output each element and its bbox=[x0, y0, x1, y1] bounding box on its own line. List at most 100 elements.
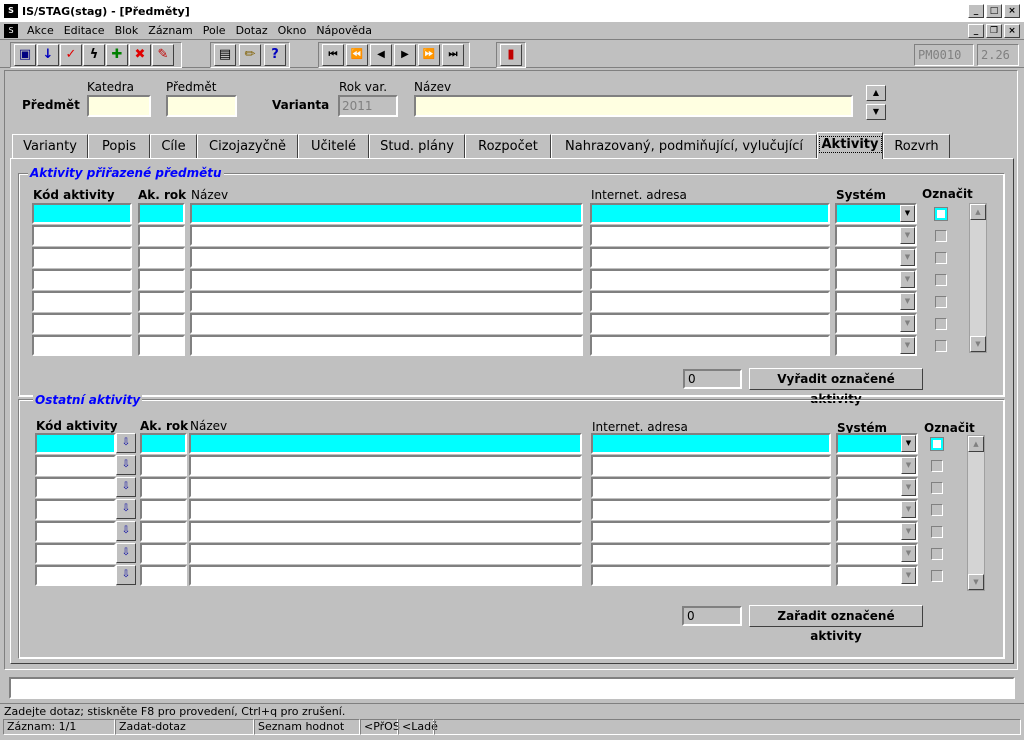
internet-adresa-cell[interactable] bbox=[590, 313, 830, 334]
kod-aktivity-cell[interactable] bbox=[35, 521, 116, 542]
kod-aktivity-cell[interactable] bbox=[32, 269, 132, 290]
minimize-button[interactable]: _ bbox=[968, 4, 984, 18]
last-record-icon[interactable]: ⏭ bbox=[442, 44, 464, 66]
ak-rok-cell[interactable] bbox=[140, 521, 187, 542]
internet-adresa-cell[interactable] bbox=[591, 433, 831, 454]
system-select[interactable]: ▼ bbox=[835, 291, 917, 312]
nazev-cell[interactable] bbox=[189, 499, 582, 520]
chevron-down-icon[interactable]: ▼ bbox=[901, 567, 916, 584]
system-select[interactable]: ▼ bbox=[836, 477, 918, 498]
ak-rok-cell[interactable] bbox=[138, 203, 185, 224]
scroll-down-arrow-icon[interactable]: ▼ bbox=[970, 336, 986, 352]
oznacit-checkbox[interactable] bbox=[935, 318, 947, 330]
menu-napoveda[interactable]: Nápověda bbox=[311, 24, 377, 37]
first-record-icon[interactable]: ⏮ bbox=[322, 44, 344, 66]
form-icon[interactable]: S bbox=[4, 23, 18, 38]
internet-adresa-cell[interactable] bbox=[591, 543, 831, 564]
oznacit-checkbox[interactable] bbox=[931, 548, 943, 560]
internet-adresa-cell[interactable] bbox=[590, 335, 830, 356]
internet-adresa-cell[interactable] bbox=[591, 455, 831, 476]
chevron-down-icon[interactable]: ▼ bbox=[900, 227, 915, 244]
nazev-cell[interactable] bbox=[190, 247, 583, 268]
menu-akce[interactable]: Akce bbox=[22, 24, 59, 37]
chevron-down-icon[interactable]: ▼ bbox=[901, 457, 916, 474]
lov-arrow-icon[interactable]: ⇩ bbox=[116, 499, 136, 519]
ak-rok-cell[interactable] bbox=[138, 225, 185, 246]
nazev-cell[interactable] bbox=[190, 225, 583, 246]
prev-block-icon[interactable]: ⏪ bbox=[346, 44, 368, 66]
nazev-cell[interactable] bbox=[189, 433, 582, 454]
tab-popis[interactable]: Popis bbox=[88, 134, 150, 158]
insert-record-icon[interactable]: ✚ bbox=[106, 44, 128, 66]
ak-rok-cell[interactable] bbox=[140, 433, 187, 454]
oznacit-checkbox[interactable] bbox=[931, 570, 943, 582]
lov-arrow-icon[interactable]: ⇩ bbox=[116, 455, 136, 475]
child-close-button[interactable]: × bbox=[1004, 24, 1020, 38]
system-select[interactable]: ▼ bbox=[835, 335, 917, 356]
internet-adresa-cell[interactable] bbox=[591, 521, 831, 542]
chevron-down-icon[interactable]: ▼ bbox=[901, 501, 916, 518]
exit-door-icon[interactable]: ▮ bbox=[500, 44, 522, 66]
lov-arrow-icon[interactable]: ⇩ bbox=[116, 521, 136, 541]
scroll-up-button[interactable]: ▲ bbox=[866, 85, 886, 101]
menu-pole[interactable]: Pole bbox=[198, 24, 231, 37]
ak-rok-cell[interactable] bbox=[138, 291, 185, 312]
oznacit-checkbox[interactable] bbox=[935, 340, 947, 352]
oznacit-checkbox[interactable] bbox=[931, 526, 943, 538]
chevron-down-icon[interactable]: ▼ bbox=[900, 337, 915, 354]
nazev-cell[interactable] bbox=[189, 477, 582, 498]
scroll-down-button[interactable]: ▼ bbox=[866, 104, 886, 120]
assigned-scrollbar[interactable]: ▲ ▼ bbox=[969, 203, 987, 353]
oznacit-checkbox[interactable] bbox=[931, 482, 943, 494]
oznacit-checkbox[interactable] bbox=[935, 296, 947, 308]
delete-record-icon[interactable]: ✖ bbox=[129, 44, 151, 66]
kod-aktivity-cell[interactable] bbox=[32, 313, 132, 334]
rok-var-field[interactable]: 2011 bbox=[338, 95, 398, 117]
oznacit-checkbox[interactable] bbox=[930, 437, 944, 451]
internet-adresa-cell[interactable] bbox=[590, 203, 830, 224]
nazev-field[interactable] bbox=[414, 95, 853, 117]
child-minimize-button[interactable]: _ bbox=[968, 24, 984, 38]
system-select[interactable]: ▼ bbox=[836, 433, 918, 454]
download-icon[interactable]: ↓ bbox=[37, 44, 59, 66]
other-scrollbar[interactable]: ▲ ▼ bbox=[967, 435, 985, 591]
oznacit-checkbox[interactable] bbox=[931, 460, 943, 472]
kod-aktivity-cell[interactable] bbox=[35, 499, 116, 520]
katedra-field[interactable] bbox=[87, 95, 151, 117]
system-select[interactable]: ▼ bbox=[836, 499, 918, 520]
ak-rok-cell[interactable] bbox=[140, 455, 187, 476]
system-select[interactable]: ▼ bbox=[836, 455, 918, 476]
ak-rok-cell[interactable] bbox=[140, 543, 187, 564]
system-select[interactable]: ▼ bbox=[836, 565, 918, 586]
tab-stud-plany[interactable]: Stud. plány bbox=[369, 134, 465, 158]
internet-adresa-cell[interactable] bbox=[590, 269, 830, 290]
lightning-icon[interactable]: ϟ bbox=[83, 44, 105, 66]
nazev-cell[interactable] bbox=[189, 521, 582, 542]
chevron-down-icon[interactable]: ▼ bbox=[900, 205, 915, 222]
tab-nahrazovany[interactable]: Nahrazovaný, podmiňující, vylučující bbox=[551, 134, 817, 158]
ak-rok-cell[interactable] bbox=[138, 335, 185, 356]
kod-aktivity-cell[interactable] bbox=[32, 247, 132, 268]
internet-adresa-cell[interactable] bbox=[590, 247, 830, 268]
lov-arrow-icon[interactable]: ⇩ bbox=[116, 565, 136, 585]
system-select[interactable]: ▼ bbox=[835, 203, 917, 224]
kod-aktivity-cell[interactable] bbox=[35, 565, 116, 586]
predmet-field[interactable] bbox=[166, 95, 237, 117]
ak-rok-cell[interactable] bbox=[140, 565, 187, 586]
kod-aktivity-cell[interactable] bbox=[32, 335, 132, 356]
close-button[interactable]: × bbox=[1004, 4, 1020, 18]
kod-aktivity-cell[interactable] bbox=[32, 291, 132, 312]
tab-cizojazycne[interactable]: Cizojazyčně bbox=[197, 134, 298, 158]
kod-aktivity-cell[interactable] bbox=[35, 477, 116, 498]
system-select[interactable]: ▼ bbox=[835, 247, 917, 268]
nazev-cell[interactable] bbox=[189, 455, 582, 476]
nazev-cell[interactable] bbox=[190, 269, 583, 290]
check-icon[interactable]: ✓ bbox=[60, 44, 82, 66]
system-select[interactable]: ▼ bbox=[835, 269, 917, 290]
menu-dotaz[interactable]: Dotaz bbox=[231, 24, 273, 37]
lov-arrow-icon[interactable]: ⇩ bbox=[116, 477, 136, 497]
scroll-down-arrow-icon[interactable]: ▼ bbox=[968, 574, 984, 590]
next-record-icon[interactable]: ▶ bbox=[394, 44, 416, 66]
next-block-icon[interactable]: ⏩ bbox=[418, 44, 440, 66]
scroll-up-arrow-icon[interactable]: ▲ bbox=[970, 204, 986, 220]
